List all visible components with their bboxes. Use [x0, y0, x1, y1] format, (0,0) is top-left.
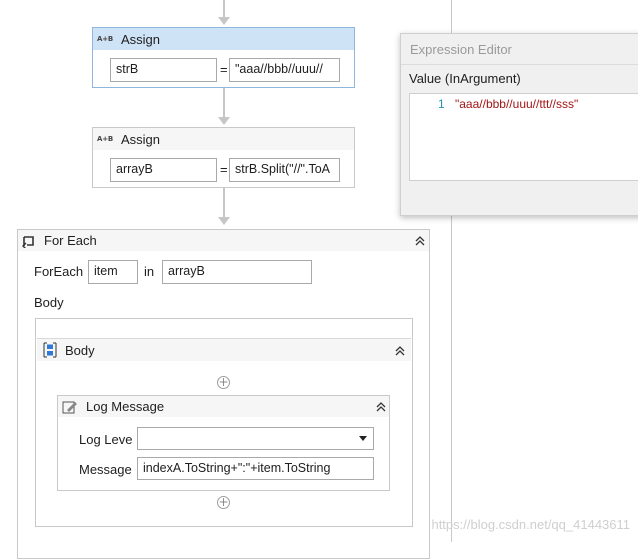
expression-editor-panel[interactable]: Expression Editor Value (InArgument) 1 "…: [400, 33, 638, 216]
log-message-activity[interactable]: Log Message Log Leve Message indexA.ToSt…: [57, 395, 390, 491]
connector-line: [223, 0, 225, 18]
collapse-chevron-icon[interactable]: [375, 401, 387, 413]
log-message-title: Log Message: [86, 399, 165, 414]
assign-activity-arrayB[interactable]: A+B Assign arrayB = strB.Split("//".ToA: [92, 127, 355, 188]
foreach-header: For Each: [18, 230, 429, 251]
connector-arrow-icon: [218, 17, 230, 25]
watermark: https://blog.csdn.net/qq_41443611: [431, 517, 630, 532]
assign-activity-strB[interactable]: A+B Assign strB = "aaa//bbb//uuu//: [92, 27, 355, 88]
dropdown-arrow-icon: [359, 436, 367, 441]
sequence-activity[interactable]: Body + Log Message Log Leve Message inde…: [37, 338, 411, 526]
collapse-chevron-icon[interactable]: [414, 235, 426, 247]
foreach-icon: [22, 234, 40, 249]
in-label: in: [144, 264, 155, 279]
foreach-collection-field[interactable]: arrayB: [162, 260, 312, 284]
add-activity-plus-icon[interactable]: +: [217, 496, 230, 509]
foreach-item-field[interactable]: item: [88, 260, 138, 284]
connector-line: [223, 188, 225, 218]
title-divider: [401, 64, 638, 65]
expression-code: "aaa//bbb//uuu//ttt//sss": [455, 97, 579, 111]
line-number: 1: [438, 97, 445, 111]
foreach-activity[interactable]: For Each ForEach item in arrayB Body Bod…: [17, 229, 430, 559]
message-label: Message: [79, 462, 132, 477]
foreach-title: For Each: [44, 233, 97, 248]
assign-to-field[interactable]: arrayB: [110, 158, 217, 182]
value-label: Value (InArgument): [409, 71, 521, 86]
body-label: Body: [34, 295, 64, 310]
connector-arrow-icon: [218, 217, 230, 225]
sequence-title: Body: [65, 342, 95, 358]
assign-value-field[interactable]: strB.Split("//".ToA: [229, 158, 340, 182]
assign-value-field[interactable]: "aaa//bbb//uuu//: [229, 58, 340, 82]
equals-sign: =: [220, 162, 228, 177]
collapse-chevron-icon[interactable]: [394, 345, 406, 357]
assign-title: Assign: [121, 31, 161, 47]
message-field[interactable]: indexA.ToString+":"+item.ToString: [137, 457, 374, 480]
log-message-icon: [62, 400, 82, 414]
foreach-label: ForEach: [34, 264, 84, 279]
add-activity-plus-icon[interactable]: +: [217, 376, 230, 389]
connector-line: [223, 88, 225, 118]
log-level-dropdown[interactable]: [137, 427, 374, 450]
body-area: Body + Log Message Log Leve Message inde…: [35, 318, 413, 527]
sequence-icon: [41, 342, 61, 358]
log-level-label: Log Leve: [79, 432, 133, 447]
assign-header: A+B Assign: [93, 128, 354, 150]
expression-editor-title: Expression Editor: [410, 42, 512, 57]
assign-header: A+B Assign: [93, 28, 354, 50]
assign-title: Assign: [121, 131, 161, 147]
expression-code-editor[interactable]: 1 "aaa//bbb//uuu//ttt//sss": [409, 93, 638, 181]
connector-arrow-icon: [218, 117, 230, 125]
assign-to-field[interactable]: strB: [110, 58, 217, 82]
log-message-header: Log Message: [58, 396, 389, 417]
assign-icon: A+B: [97, 135, 114, 143]
equals-sign: =: [220, 62, 228, 77]
assign-icon: A+B: [97, 35, 114, 43]
sequence-header: Body: [37, 339, 411, 361]
